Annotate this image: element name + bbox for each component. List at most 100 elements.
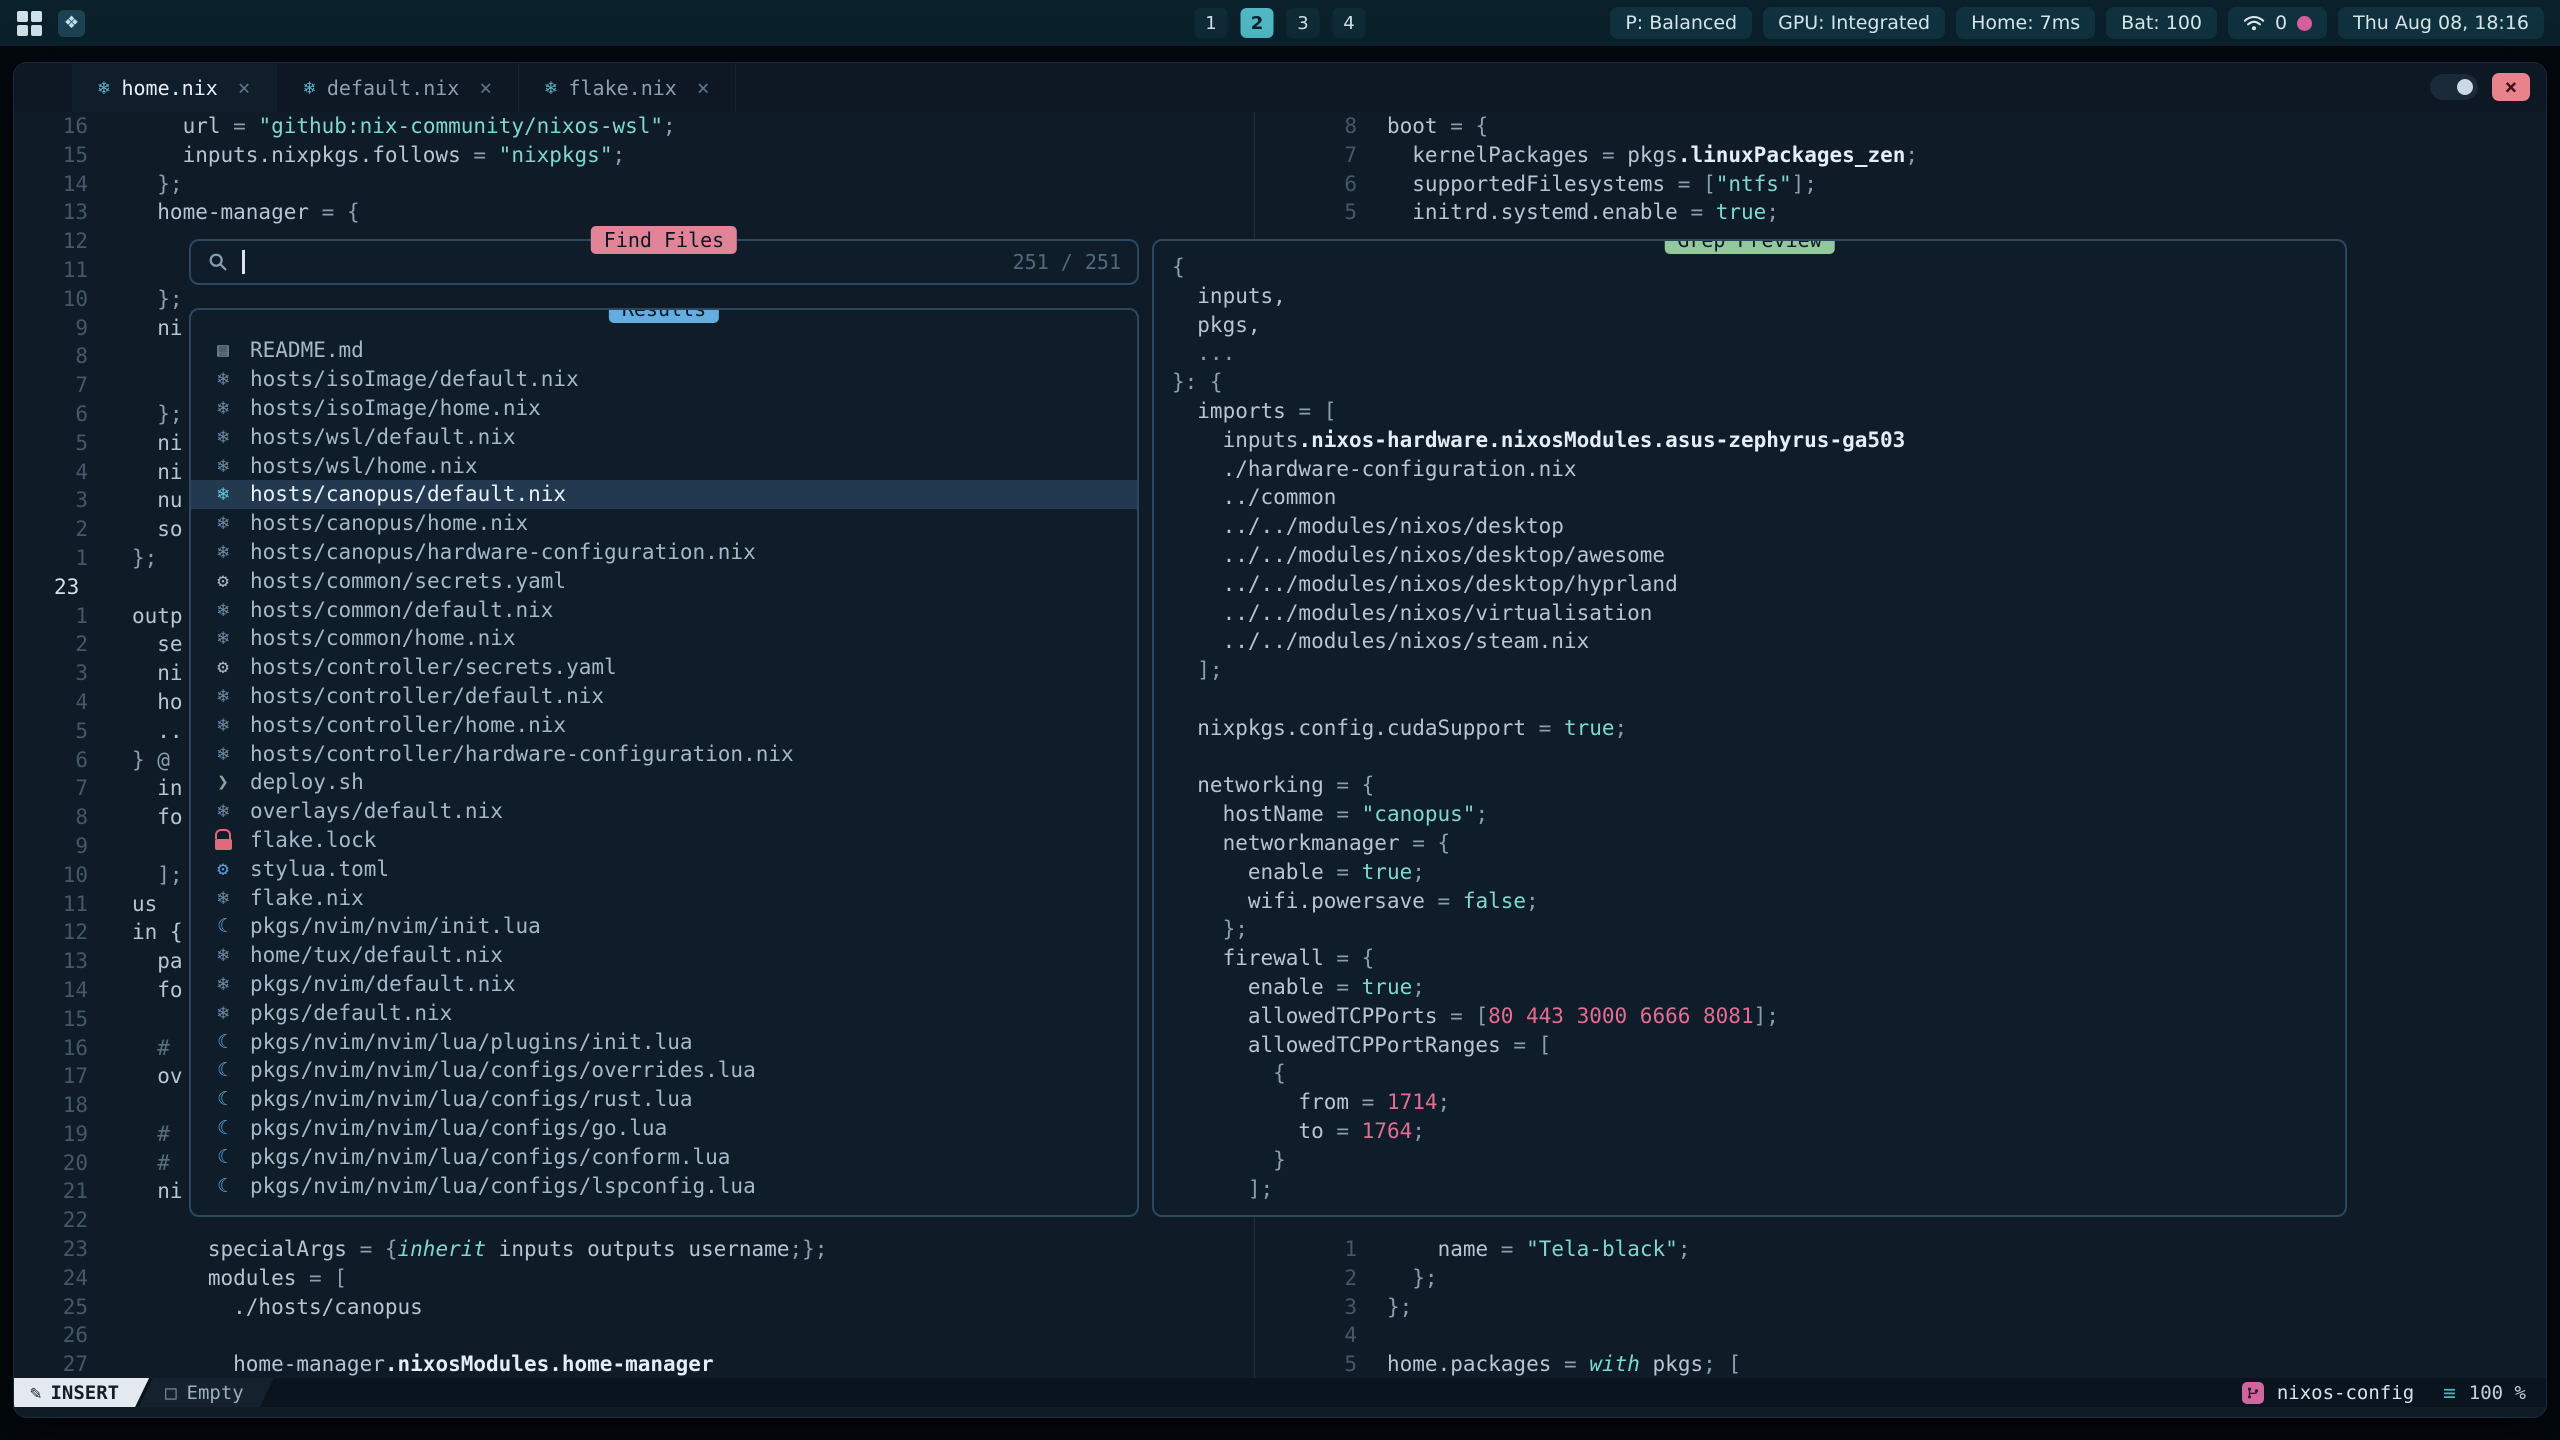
result-item[interactable]: ❄hosts/wsl/default.nix: [191, 422, 1137, 451]
code-segment: from: [1172, 1090, 1349, 1114]
result-item[interactable]: ❄pkgs/nvim/default.nix: [191, 970, 1137, 999]
clock-label: Thu Aug 08, 18:16: [2353, 12, 2529, 34]
code-line: 23 specialArgs = {inherit inputs outputs…: [14, 1235, 1254, 1264]
code-segment: firewall: [1172, 946, 1324, 970]
apps-grid-icon[interactable]: [16, 10, 42, 36]
system-tray[interactable]: 0: [2228, 7, 2327, 39]
result-item[interactable]: ❄hosts/canopus/hardware-configuration.ni…: [191, 538, 1137, 567]
code-segment: ;: [1412, 1119, 1425, 1143]
result-item[interactable]: ☾pkgs/nvim/nvim/lua/configs/rust.lua: [191, 1085, 1137, 1114]
lua-file-icon: ☾: [210, 1117, 236, 1139]
result-item[interactable]: flake.lock: [191, 826, 1137, 855]
telescope-results: Results ▤README.md❄hosts/isoImage/defaul…: [189, 308, 1139, 1217]
workspace-button[interactable]: 4: [1333, 8, 1366, 38]
result-item[interactable]: ⚙hosts/common/secrets.yaml: [191, 566, 1137, 595]
tab-label: default.nix: [327, 76, 459, 100]
lua-file-icon: ☾: [210, 1059, 236, 1081]
line-number: 14: [14, 170, 132, 199]
line-number: 2: [1255, 1264, 1387, 1293]
workspace-button[interactable]: 3: [1287, 8, 1320, 38]
code-line: 3};: [1255, 1293, 2546, 1322]
result-item[interactable]: ❄hosts/controller/home.nix: [191, 710, 1137, 739]
result-item[interactable]: ❄hosts/controller/default.nix: [191, 682, 1137, 711]
code-segment: outp: [132, 604, 183, 628]
code-segment: inherit: [398, 1237, 487, 1261]
code-segment: pa: [132, 949, 183, 973]
result-item[interactable]: ☾pkgs/nvim/nvim/init.lua: [191, 912, 1137, 941]
code-text: inputs.nixos-hardware.nixosModules.asus-…: [1172, 426, 1905, 455]
code-segment: imports: [1172, 399, 1286, 423]
result-item[interactable]: ❄hosts/isoImage/home.nix: [191, 394, 1137, 423]
result-item[interactable]: ❄hosts/common/default.nix: [191, 595, 1137, 624]
result-item[interactable]: ❄hosts/wsl/home.nix: [191, 451, 1137, 480]
window-close-button[interactable]: ×: [2492, 73, 2530, 101]
repo-name: nixos-config: [2277, 1382, 2414, 1404]
result-item[interactable]: ⚙stylua.toml: [191, 854, 1137, 883]
result-item[interactable]: ☾pkgs/nvim/nvim/lua/configs/overrides.lu…: [191, 1056, 1137, 1085]
workspace-button[interactable]: 2: [1241, 8, 1274, 38]
code-text: ..: [132, 717, 183, 746]
code-text: in: [132, 774, 183, 803]
result-item[interactable]: ❄hosts/canopus/home.nix: [191, 509, 1137, 538]
result-item[interactable]: ❄flake.nix: [191, 883, 1137, 912]
code-text: ../../modules/nixos/desktop/awesome: [1172, 541, 1665, 570]
workspace-button[interactable]: 1: [1195, 8, 1228, 38]
telescope-prompt[interactable]: Find Files 251 / 251: [189, 239, 1139, 285]
result-item[interactable]: ❄overlays/default.nix: [191, 797, 1137, 826]
tab-close-icon[interactable]: ×: [697, 76, 710, 100]
tab-close-icon[interactable]: ×: [238, 76, 251, 100]
launcher-icon[interactable]: ❖: [58, 10, 85, 37]
result-item[interactable]: ❄home/tux/default.nix: [191, 941, 1137, 970]
result-path: stylua.toml: [250, 857, 389, 881]
code-segment: =: [1526, 716, 1564, 740]
code-segment: #: [132, 1036, 170, 1060]
line-number: 10: [14, 861, 132, 890]
result-item[interactable]: ❄hosts/controller/hardware-configuration…: [191, 739, 1137, 768]
tab-home.nix[interactable]: ❄home.nix×: [72, 63, 277, 112]
result-path: pkgs/default.nix: [250, 1001, 452, 1025]
code-segment: };: [1387, 1295, 1412, 1319]
code-line: };: [1172, 915, 2345, 944]
code-segment: =: [1324, 975, 1362, 999]
line-number: 12: [14, 918, 132, 947]
result-item[interactable]: ❄hosts/common/home.nix: [191, 624, 1137, 653]
code-line: {: [1172, 1059, 2345, 1088]
code-segment: ;: [1412, 975, 1425, 999]
result-item[interactable]: ❄hosts/isoImage/default.nix: [191, 365, 1137, 394]
code-segment: ni: [132, 1179, 183, 1203]
code-text: ni: [132, 429, 183, 458]
tab-label: home.nix: [121, 76, 217, 100]
result-item[interactable]: ❄hosts/canopus/default.nix: [191, 480, 1137, 509]
clock-indicator[interactable]: Thu Aug 08, 18:16: [2338, 7, 2544, 39]
code-line: from = 1714;: [1172, 1088, 2345, 1117]
result-item[interactable]: ⚙hosts/controller/secrets.yaml: [191, 653, 1137, 682]
code-segment: us: [132, 892, 157, 916]
result-path: pkgs/nvim/default.nix: [250, 972, 516, 996]
code-segment: networking: [1172, 773, 1324, 797]
result-item[interactable]: ▤README.md: [191, 336, 1137, 365]
result-item[interactable]: ☾pkgs/nvim/nvim/lua/plugins/init.lua: [191, 1027, 1137, 1056]
find-files-title: Find Files: [591, 226, 737, 254]
result-item[interactable]: ☾pkgs/nvim/nvim/lua/configs/go.lua: [191, 1114, 1137, 1143]
code-segment: = [: [1286, 399, 1337, 423]
code-line: {: [1172, 253, 2345, 282]
tab-default.nix[interactable]: ❄default.nix×: [277, 63, 519, 112]
result-item[interactable]: ☾pkgs/nvim/nvim/lua/configs/conform.lua: [191, 1142, 1137, 1171]
result-item[interactable]: ☾pkgs/nvim/nvim/lua/configs/lspconfig.lu…: [191, 1171, 1137, 1200]
code-text: };: [1387, 1293, 1412, 1322]
line-number: 6: [14, 746, 132, 775]
tab-close-icon[interactable]: ×: [479, 76, 492, 100]
code-line: 7 kernelPackages = pkgs.linuxPackages_ze…: [1255, 141, 2546, 170]
code-text: ];: [1172, 1175, 1273, 1204]
code-segment: ];: [1754, 1004, 1779, 1028]
gear-file-icon: ⚙: [210, 656, 236, 678]
result-item[interactable]: ❄pkgs/default.nix: [191, 998, 1137, 1027]
code-text: firewall = {: [1172, 944, 1374, 973]
result-item[interactable]: ❯deploy.sh: [191, 768, 1137, 797]
result-path: pkgs/nvim/nvim/lua/configs/lspconfig.lua: [250, 1174, 756, 1198]
code-text: };: [132, 544, 157, 573]
panel-toggle[interactable]: [2430, 74, 2478, 100]
nix-file-icon: ❄: [210, 541, 236, 563]
tab-flake.nix[interactable]: ❄flake.nix×: [519, 63, 736, 112]
code-segment: ;: [1438, 1090, 1451, 1114]
